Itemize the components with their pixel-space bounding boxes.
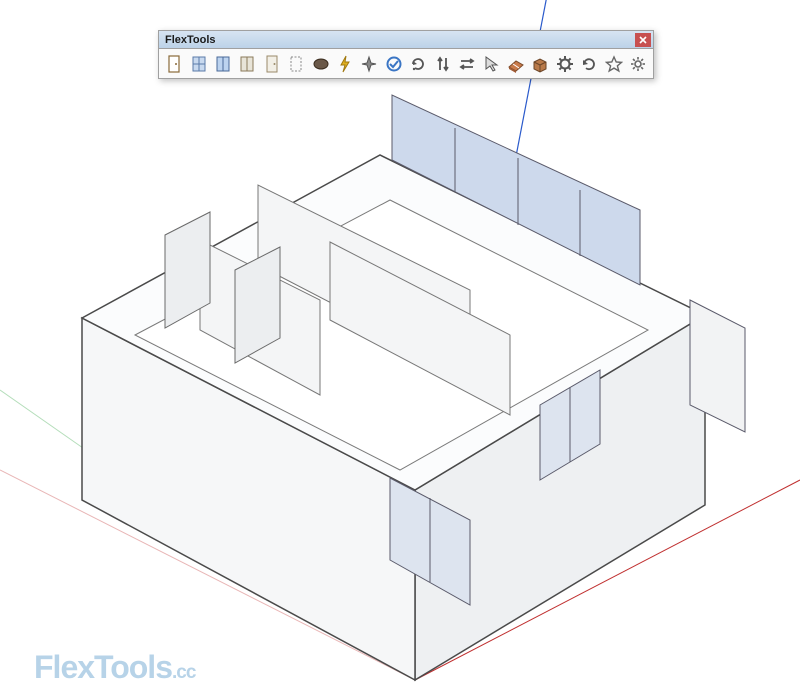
watermark: FlexTools.cc (34, 649, 195, 686)
toolbar-body (159, 49, 653, 78)
swap-horizontal-icon[interactable] (456, 52, 478, 75)
gear-icon[interactable] (554, 52, 576, 75)
toolbar-title: FlexTools (165, 34, 216, 46)
flex-door-basic-icon[interactable] (163, 52, 185, 75)
watermark-brand-rest: Tools (94, 649, 172, 685)
zap-icon[interactable] (334, 52, 356, 75)
flextools-toolbar[interactable]: FlexTools (158, 30, 654, 79)
flex-double-door-icon[interactable] (236, 52, 258, 75)
watermark-brand-bold: Flex (34, 649, 94, 685)
wall-cut-icon[interactable] (505, 52, 527, 75)
close-button[interactable] (635, 33, 651, 47)
watermark-tld: .cc (172, 662, 195, 683)
toolbar-titlebar[interactable]: FlexTools (159, 31, 653, 49)
arrow-select-icon[interactable] (480, 52, 502, 75)
flex-door-icon[interactable] (261, 52, 283, 75)
package-icon[interactable] (529, 52, 551, 75)
star-favorite-icon[interactable] (602, 52, 624, 75)
reload-icon[interactable] (407, 52, 429, 75)
flex-window-icon[interactable] (187, 52, 209, 75)
settings-icon[interactable] (627, 52, 649, 75)
close-icon (639, 36, 647, 44)
3d-viewport[interactable] (0, 0, 800, 700)
swap-vertical-icon[interactable] (431, 52, 453, 75)
flex-hole-icon[interactable] (285, 52, 307, 75)
refresh-icon[interactable] (578, 52, 600, 75)
flex-window-glass-icon[interactable] (212, 52, 234, 75)
sparkle-icon[interactable] (358, 52, 380, 75)
flex-solid-component-icon[interactable] (309, 52, 331, 75)
convert-icon[interactable] (383, 52, 405, 75)
